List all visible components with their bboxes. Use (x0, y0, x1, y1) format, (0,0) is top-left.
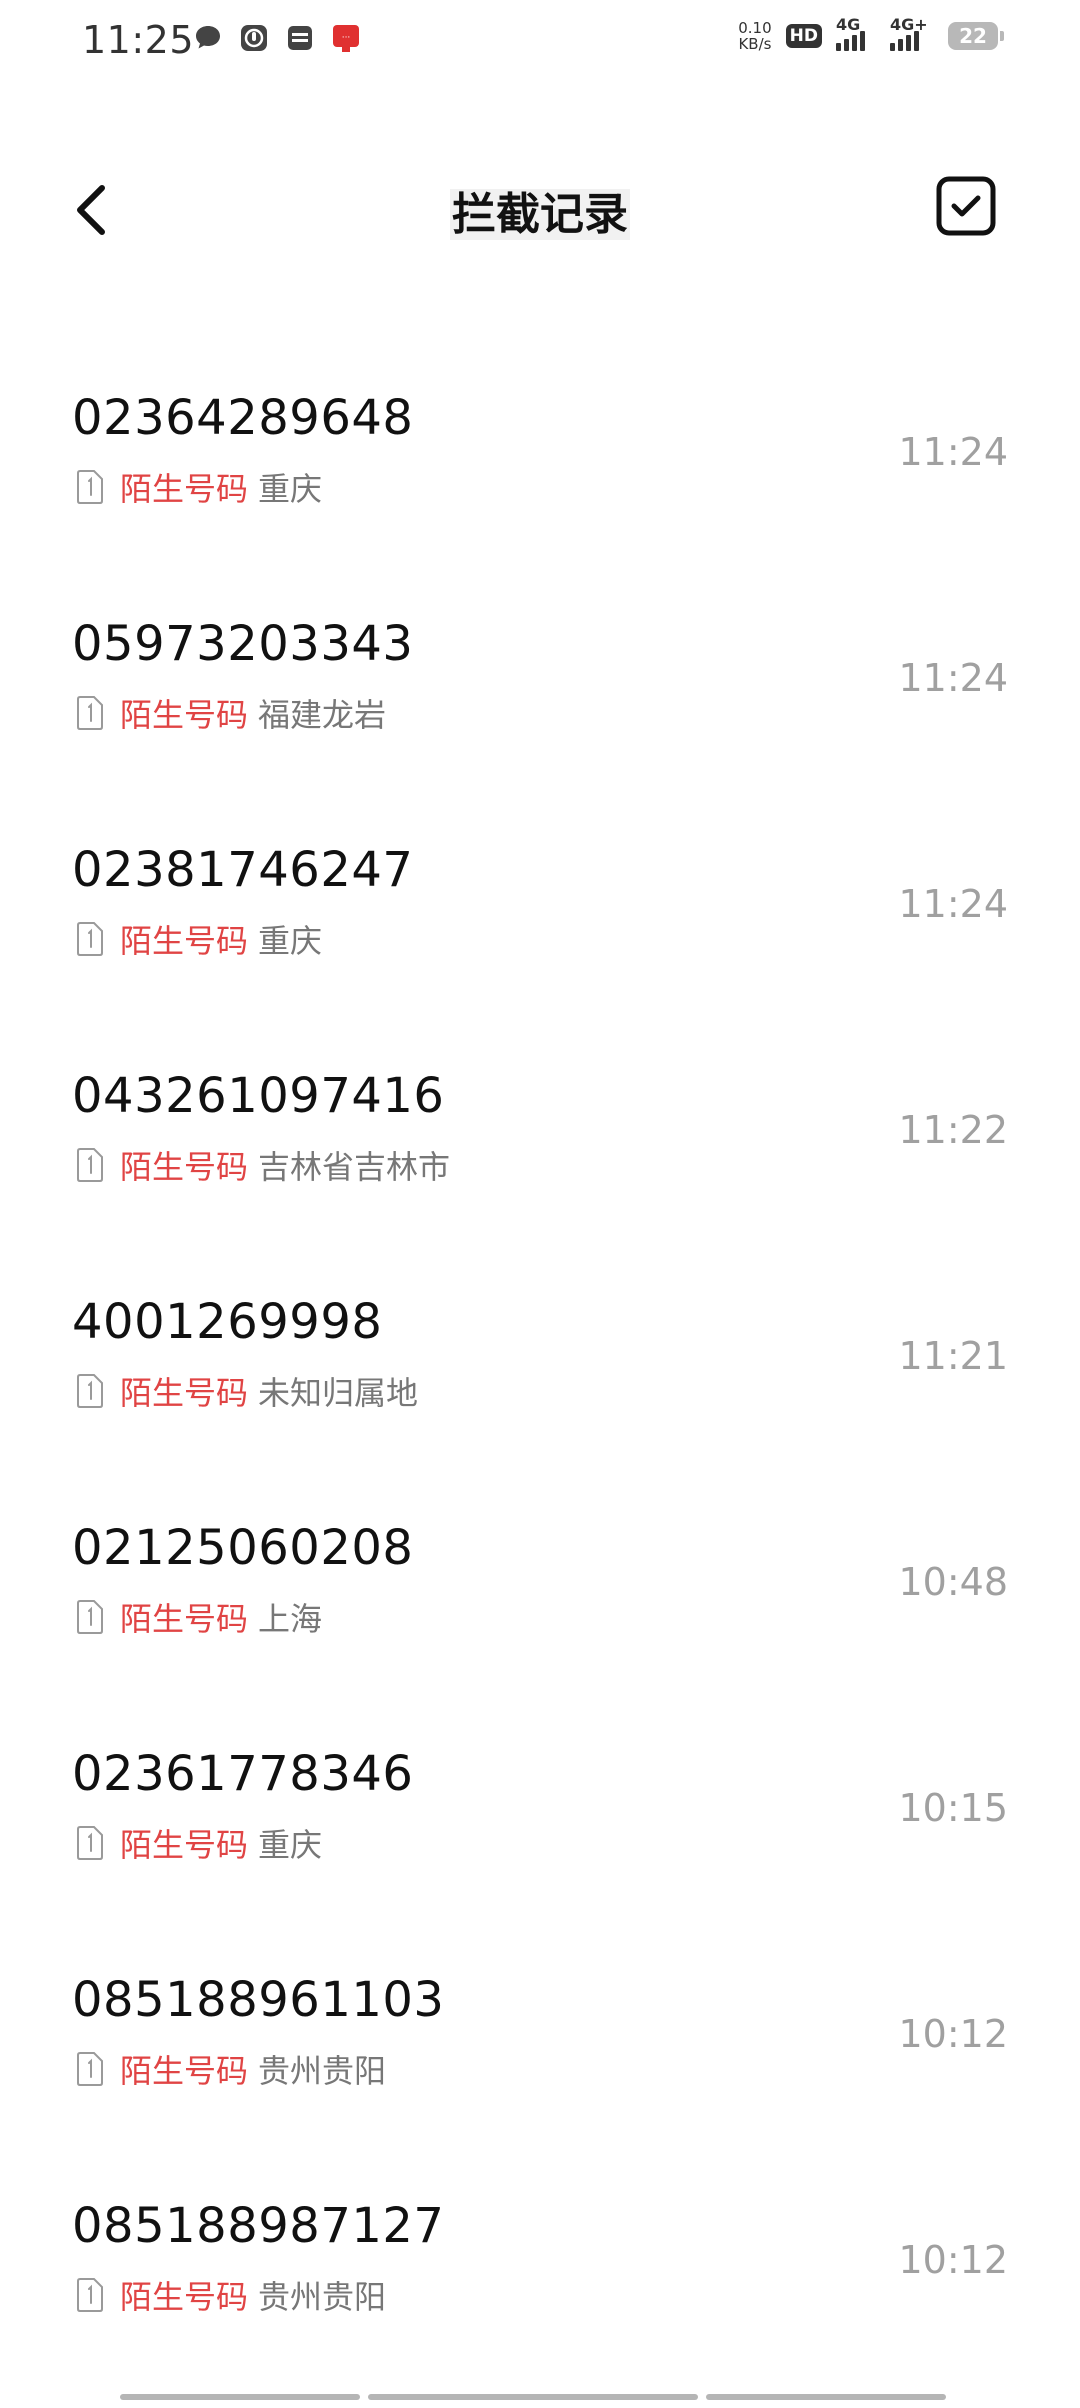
phone-number: 05973203343 (72, 616, 414, 672)
phone-number: 043261097416 (72, 1068, 445, 1124)
net-speed-value: 0.10 (738, 19, 772, 37)
caller-tag: 陌生号码 (120, 2052, 249, 2090)
record-details: 陌生号码 福建龙岩 (76, 690, 386, 736)
caller-location: 重庆 (258, 470, 323, 508)
record-details: 陌生号码 重庆 (76, 1820, 322, 1866)
caller-tag: 陌生号码 (120, 470, 249, 508)
blocked-records-list: 02364289648 陌生号码 重庆 11:24 05973203343 陌生… (0, 370, 1080, 2404)
record-details: 陌生号码 上海 (76, 1594, 322, 1640)
caller-location: 吉林省吉林市 (258, 1148, 451, 1186)
phone-number: 085188987127 (72, 2198, 445, 2254)
status-bar: 11:25 ··· 0.10 KB/s HD 4G 4G+ 22 (0, 0, 1080, 84)
record-row[interactable]: 4001269998 陌生号码 未知归属地 11:21 (0, 1274, 1080, 1500)
caller-location: 贵州贵阳 (258, 2052, 387, 2090)
record-details: 陌生号码 贵州贵阳 (76, 2046, 386, 2092)
nav-segment (120, 2394, 360, 2400)
record-row[interactable]: 02361778346 陌生号码 重庆 10:15 (0, 1726, 1080, 1952)
caller-location: 福建龙岩 (258, 696, 387, 734)
multi-select-button[interactable] (934, 174, 998, 238)
page-header: 拦截记录 (0, 150, 1080, 270)
shop-app-icon: ··· (330, 22, 362, 54)
sim-card-icon (77, 470, 103, 504)
page-title: 拦截记录 (0, 178, 1080, 242)
record-time: 11:24 (898, 656, 1008, 700)
record-details: 陌生号码 吉林省吉林市 (76, 1142, 450, 1188)
caller-tag: 陌生号码 (120, 1374, 249, 1412)
hand-stop-icon (238, 22, 270, 54)
record-time: 10:12 (898, 2012, 1008, 2056)
caller-location: 重庆 (258, 922, 323, 960)
sim-card-icon (77, 922, 103, 956)
sim-card-icon (77, 2052, 103, 2086)
sim-card-icon (77, 2278, 103, 2312)
phone-number: 02125060208 (72, 1520, 414, 1576)
caller-location: 重庆 (258, 1826, 323, 1864)
record-time: 11:22 (898, 1108, 1008, 1152)
checkbox-icon (936, 176, 996, 236)
page-title-text: 拦截记录 (450, 189, 630, 240)
sim-card-icon (77, 1374, 103, 1408)
network-speed: 0.10 KB/s (738, 20, 771, 52)
caller-location: 贵州贵阳 (258, 2278, 387, 2316)
record-details: 陌生号码 重庆 (76, 916, 322, 962)
record-row[interactable]: 02381746247 陌生号码 重庆 11:24 (0, 822, 1080, 1048)
nav-segment (368, 2394, 698, 2400)
sim-card-icon (77, 1600, 103, 1634)
system-icons: 0.10 KB/s HD 4G 4G+ 22 (738, 15, 1004, 52)
hd-voice-icon: HD (785, 24, 822, 48)
record-details: 陌生号码 未知归属地 (76, 1368, 418, 1414)
record-row[interactable]: 085188987127 陌生号码 贵州贵阳 10:12 (0, 2178, 1080, 2404)
record-details: 陌生号码 贵州贵阳 (76, 2272, 386, 2318)
record-time: 10:48 (898, 1560, 1008, 1604)
sim-card-icon (77, 696, 103, 730)
calendar-icon (284, 22, 316, 54)
phone-number: 4001269998 (72, 1294, 383, 1350)
status-time: 11:25 (82, 18, 195, 62)
record-row[interactable]: 02125060208 陌生号码 上海 10:48 (0, 1500, 1080, 1726)
record-time: 10:15 (898, 1786, 1008, 1830)
sim-card-icon (77, 1148, 103, 1182)
sim-card-icon (77, 1826, 103, 1860)
sim2-signal-icon: 4G+ (890, 15, 934, 51)
sim1-signal-icon: 4G (836, 15, 876, 51)
net-speed-unit: KB/s (738, 35, 772, 53)
caller-location: 上海 (258, 1600, 323, 1638)
caller-tag: 陌生号码 (120, 696, 249, 734)
record-time: 11:24 (898, 430, 1008, 474)
caller-tag: 陌生号码 (120, 2278, 249, 2316)
record-details: 陌生号码 重庆 (76, 464, 322, 510)
caller-tag: 陌生号码 (120, 1600, 249, 1638)
record-row[interactable]: 05973203343 陌生号码 福建龙岩 11:24 (0, 596, 1080, 822)
caller-location: 未知归属地 (258, 1374, 419, 1412)
caller-tag: 陌生号码 (120, 1148, 249, 1186)
caller-tag: 陌生号码 (120, 922, 249, 960)
record-time: 11:21 (898, 1334, 1008, 1378)
record-time: 11:24 (898, 882, 1008, 926)
phone-number: 02361778346 (72, 1746, 414, 1802)
nav-segment (706, 2394, 946, 2400)
svg-text:···: ··· (342, 33, 351, 43)
message-bubble-icon (192, 22, 224, 54)
sim1-network-label: 4G (836, 15, 861, 34)
record-row[interactable]: 02364289648 陌生号码 重庆 11:24 (0, 370, 1080, 596)
phone-number: 02364289648 (72, 390, 414, 446)
notification-icons: ··· (192, 22, 362, 54)
phone-number: 02381746247 (72, 842, 414, 898)
record-time: 10:12 (898, 2238, 1008, 2282)
caller-tag: 陌生号码 (120, 1826, 249, 1864)
record-row[interactable]: 085188961103 陌生号码 贵州贵阳 10:12 (0, 1952, 1080, 2178)
sim2-network-label: 4G+ (890, 15, 928, 34)
record-row[interactable]: 043261097416 陌生号码 吉林省吉林市 11:22 (0, 1048, 1080, 1274)
battery-icon: 22 (948, 22, 1004, 50)
gesture-nav-bar (120, 2394, 960, 2402)
phone-number: 085188961103 (72, 1972, 445, 2028)
